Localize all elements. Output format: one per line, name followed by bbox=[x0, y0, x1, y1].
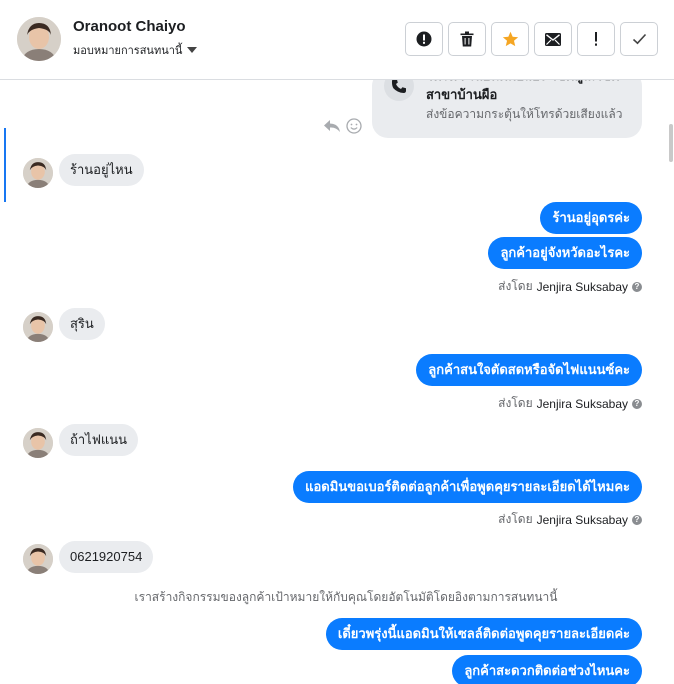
outgoing-message[interactable]: ลูกค้าอยู่จังหวัดอะไรคะ bbox=[488, 237, 642, 269]
sender-avatar bbox=[23, 544, 53, 574]
phone-icon bbox=[391, 80, 406, 93]
sent-by-label: ส่งโดย Jenjira Suksabay ? bbox=[498, 510, 642, 529]
sent-by-agent[interactable]: Jenjira Suksabay bbox=[537, 513, 628, 527]
sent-by-prefix: ส่งโดย bbox=[498, 396, 533, 410]
sender-avatar bbox=[23, 428, 53, 458]
outgoing-message[interactable]: เดี๋ยวพรุ่งนี้แอดมินให้เซลล์ติดต่อพูดคุย… bbox=[325, 618, 642, 650]
reply-icon[interactable] bbox=[323, 119, 341, 133]
contact-avatar[interactable] bbox=[17, 17, 61, 61]
sent-by-prefix: ส่งโดย bbox=[498, 279, 533, 293]
auto-activity-note: เราสร้างกิจกรรมของลูกค้าเป้าหมายให้กับคุ… bbox=[134, 590, 558, 604]
follow-up-button[interactable] bbox=[577, 22, 615, 56]
message-actions bbox=[323, 118, 362, 134]
avatar-image bbox=[23, 158, 53, 188]
incoming-message[interactable]: สุริน bbox=[59, 308, 105, 340]
assign-label: มอบหมายการสนทนานี้ bbox=[73, 45, 183, 57]
mail-icon bbox=[545, 32, 561, 46]
call-card-title: โทรหา รถยนต์มือสอง โชคคูณโชค สาขาบ้านผือ bbox=[426, 80, 620, 102]
message-thread[interactable]: โทรหา รถยนต์มือสอง โชคคูณโชค สาขาบ้านผือ… bbox=[0, 80, 674, 684]
avatar-image bbox=[23, 544, 53, 574]
exclamation-icon bbox=[595, 32, 597, 46]
check-icon bbox=[632, 33, 646, 45]
avatar-image bbox=[23, 428, 53, 458]
incoming-message[interactable]: 0621920754 bbox=[59, 541, 154, 573]
call-card-subtitle: ส่งข้อความกระตุ้นให้โทรด้วยเสียงแล้ว bbox=[426, 107, 623, 121]
thread-scrollbar[interactable] bbox=[668, 80, 674, 684]
scrollbar-thumb[interactable] bbox=[669, 124, 673, 162]
conversation-toolbar bbox=[405, 22, 658, 56]
contact-name[interactable]: Oranoot Chaiyo bbox=[73, 18, 186, 35]
avatar-image bbox=[23, 312, 53, 342]
star-button[interactable] bbox=[491, 22, 529, 56]
mark-unread-button[interactable] bbox=[534, 22, 572, 56]
assign-conversation-dropdown[interactable]: มอบหมายการสนทนานี้ bbox=[73, 41, 198, 59]
incoming-message[interactable]: ถ้าไฟแนน bbox=[59, 424, 139, 456]
incoming-message[interactable]: ร้านอยู่ไหน bbox=[59, 154, 144, 186]
outgoing-message[interactable]: ร้านอยู่อุดรค่ะ bbox=[540, 202, 642, 234]
sent-by-label: ส่งโดย Jenjira Suksabay ? bbox=[498, 277, 642, 296]
sent-by-agent[interactable]: Jenjira Suksabay bbox=[537, 397, 628, 411]
help-icon[interactable]: ? bbox=[632, 281, 642, 292]
sender-avatar bbox=[23, 312, 53, 342]
call-request-card: โทรหา รถยนต์มือสอง โชคคูณโชค สาขาบ้านผือ… bbox=[372, 80, 642, 138]
help-icon[interactable]: ? bbox=[632, 398, 642, 409]
sent-by-prefix: ส่งโดย bbox=[498, 512, 533, 526]
star-icon bbox=[502, 31, 518, 47]
help-icon[interactable]: ? bbox=[632, 514, 642, 525]
sent-by-agent[interactable]: Jenjira Suksabay bbox=[537, 280, 628, 294]
outgoing-message[interactable]: ลูกค้าสนใจตัดสดหรือจัดไฟแนนซ์คะ bbox=[416, 354, 642, 386]
call-icon-circle bbox=[384, 80, 414, 101]
trash-icon bbox=[460, 31, 474, 47]
unread-marker bbox=[4, 128, 6, 202]
mark-spam-button[interactable] bbox=[405, 22, 443, 56]
conversation-header: Oranoot Chaiyo มอบหมายการสนทนานี้ bbox=[0, 0, 674, 80]
outgoing-message[interactable]: แอดมินขอเบอร์ติดต่อลูกค้าเพื่อพูดคุยรายล… bbox=[293, 471, 642, 503]
delete-button[interactable] bbox=[448, 22, 486, 56]
avatar-image bbox=[17, 17, 61, 61]
chevron-down-icon bbox=[187, 47, 198, 53]
alert-circle-icon bbox=[416, 31, 432, 47]
mark-done-button[interactable] bbox=[620, 22, 658, 56]
emoji-reaction-icon[interactable] bbox=[346, 118, 362, 134]
sender-avatar bbox=[23, 158, 53, 188]
sent-by-label: ส่งโดย Jenjira Suksabay ? bbox=[498, 394, 642, 413]
outgoing-message[interactable]: ลูกค้าสะดวกติดต่อช่วงไหนคะ bbox=[452, 655, 642, 684]
